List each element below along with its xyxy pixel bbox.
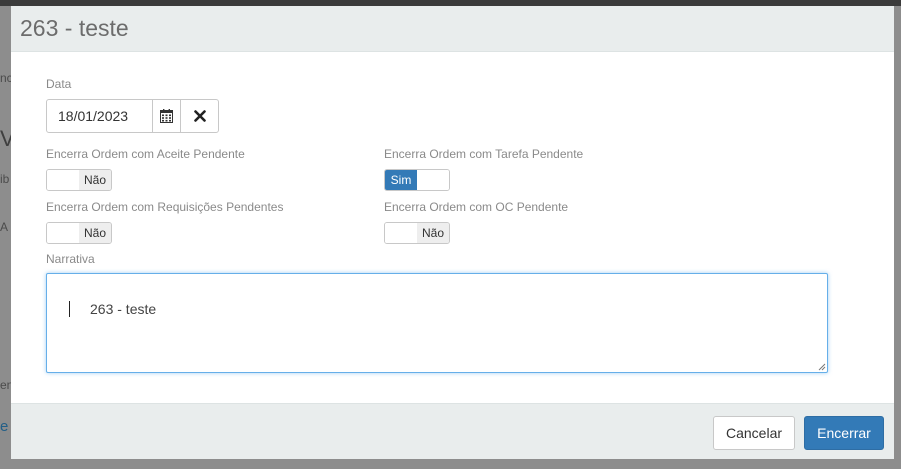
toggle-oc-pendente[interactable]: Não [384,222,450,244]
background-left-strip: nc V ib A en e [0,6,15,469]
toggle-state-label: Não [79,223,111,243]
narrativa-label: Narrativa [46,252,95,266]
toggle-requisicoes-pendentes[interactable]: Não [46,222,112,244]
background-bottom-strip [11,459,893,469]
toggle-requisicoes-label: Encerra Ordem com Requisições Pendentes [46,200,284,214]
toggle-oc-label: Encerra Ordem com OC Pendente [384,200,569,214]
close-order-modal: 263 - teste Data 18/01/2023 Encerra Orde… [11,6,894,459]
modal-body: Data 18/01/2023 Encerra Ordem com Aceite… [11,52,894,403]
toggle-state-label: Sim [385,170,417,190]
toggle-aceite-label: Encerra Ordem com Aceite Pendente [46,147,245,161]
toggle-aceite-pendente[interactable]: Não [46,169,112,191]
calendar-button[interactable] [152,100,180,132]
background-right-strip [893,6,901,469]
narrativa-textarea[interactable]: 263 - teste [46,273,828,373]
background-text-fragment: A [0,220,9,234]
date-input[interactable] [47,100,152,132]
calendar-icon [160,109,173,123]
text-caret [69,301,70,317]
modal-header: 263 - teste [11,6,894,52]
close-icon [193,110,206,122]
cancel-button[interactable]: Cancelar [713,416,795,450]
toggle-handle [417,170,449,190]
resize-handle-icon[interactable] [817,362,826,371]
clear-date-button[interactable] [180,100,218,132]
toggle-tarefa-label: Encerra Ordem com Tarefa Pendente [384,147,584,161]
toggle-handle [47,223,79,243]
toggle-state-label: Não [79,170,111,190]
modal-title: 263 - teste [20,15,129,41]
encerrar-button[interactable]: Encerrar [804,416,884,450]
date-input-group [46,99,219,133]
toggle-handle [47,170,79,190]
toggle-tarefa-pendente[interactable]: Sim [384,169,450,191]
toggle-state-label: Não [417,223,449,243]
date-label: Data [46,77,72,91]
modal-footer: Cancelar Encerrar [11,403,894,459]
background-text-fragment: ib [0,172,10,186]
toggle-handle [385,223,417,243]
background-text-fragment: e [0,418,9,435]
